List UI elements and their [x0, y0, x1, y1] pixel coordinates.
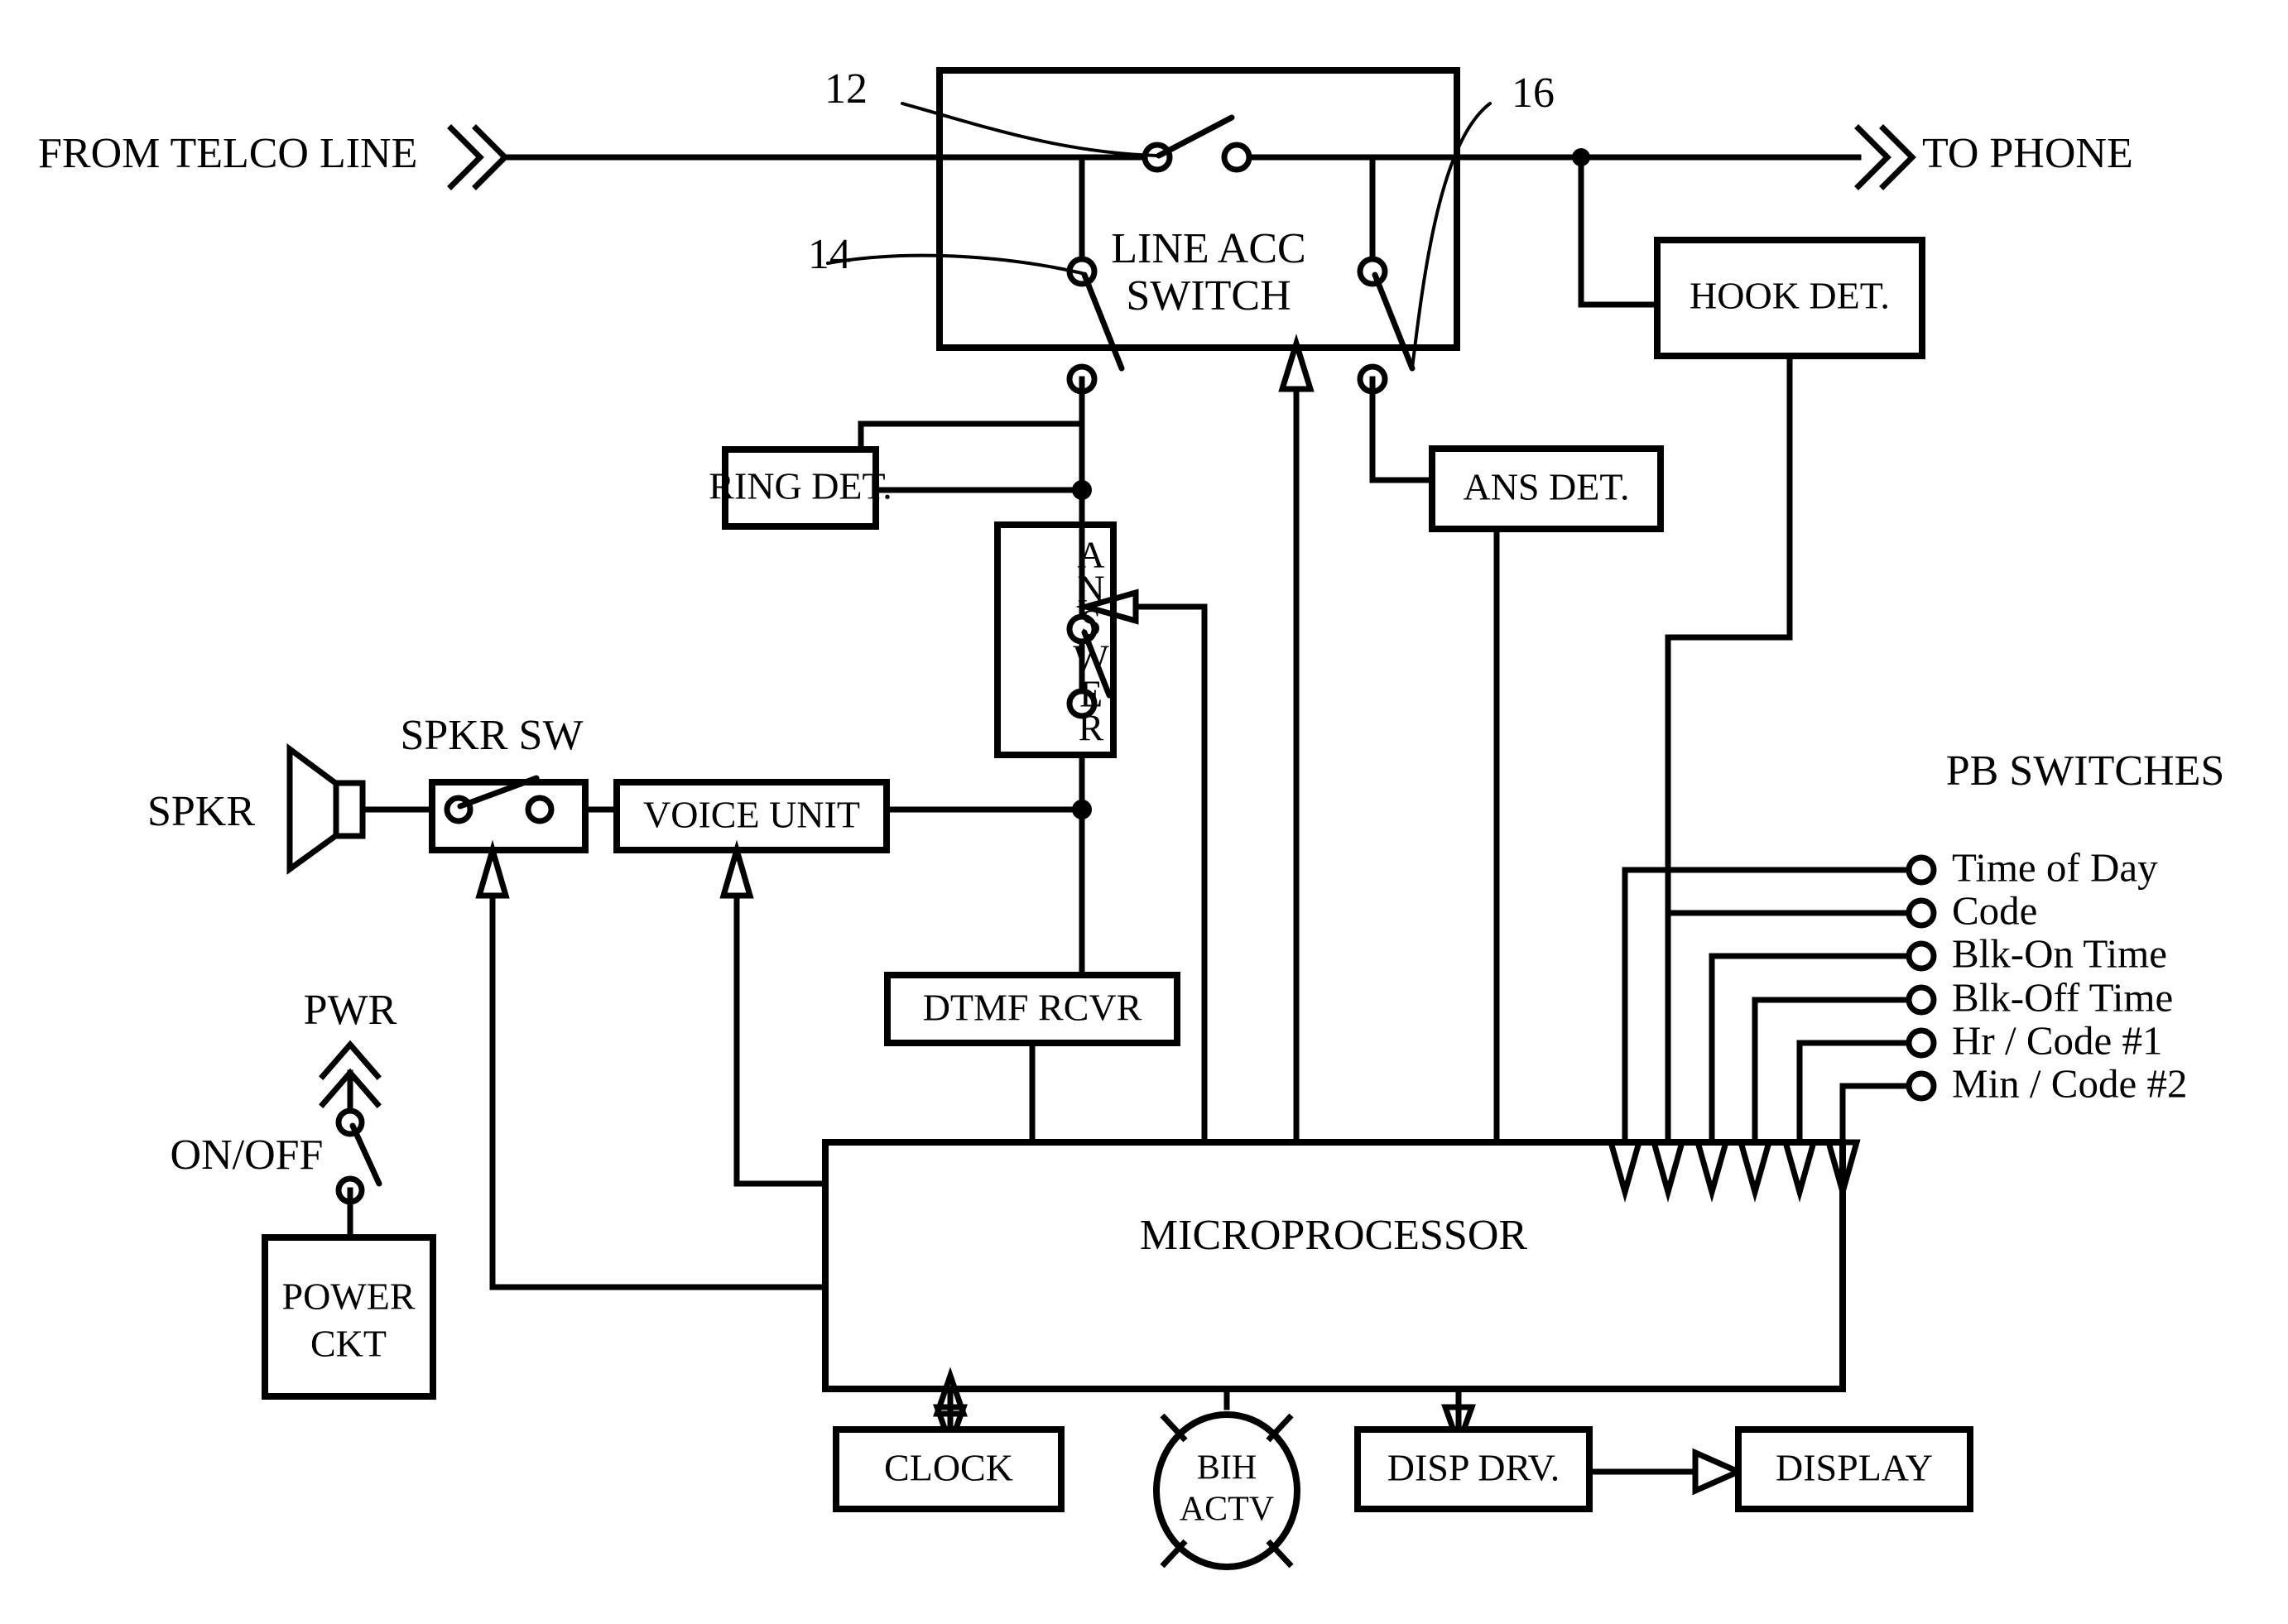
- pb-switch-terminal-code[interactable]: [1906, 897, 1937, 929]
- display-label: DISPLAY: [1776, 1447, 1933, 1489]
- pb-switch-terminal-blk-off-time[interactable]: [1906, 984, 1937, 1016]
- numeral-12-label: 12: [824, 65, 868, 113]
- numeral-14-label: 14: [808, 231, 851, 278]
- microprocessor-box: [822, 1139, 1846, 1392]
- series-switch-terminal-right[interactable]: [1221, 142, 1252, 173]
- speaker-magnet: [333, 780, 366, 839]
- to-phone-chevron-a: [1854, 124, 1891, 190]
- dtmf-rcvr-label: DTMF RCVR: [923, 987, 1142, 1029]
- line-acc-control-group: [1278, 334, 1315, 1167]
- voice-unit-junction-dot: [1072, 800, 1092, 819]
- ring-det-input-wire: [858, 420, 1085, 453]
- line-acc-switch-label-line1: LINE ACC: [1111, 225, 1305, 272]
- on-off-blade[interactable]: [349, 1122, 382, 1187]
- speaker-group: SPKR: [147, 743, 435, 875]
- bih-actv-block: BIH ACTV: [1153, 1386, 1300, 1570]
- pb-switch-label-min-code-2: Min / Code #2: [1952, 1060, 2187, 1106]
- microprocessor-block: MICROPROCESSOR: [822, 1139, 1846, 1392]
- pb-wire-hr-code-1: [1796, 1040, 1925, 1146]
- power-group: PWR ON/OFF POWER CKT: [171, 987, 436, 1400]
- spkr-label: SPKR: [147, 788, 255, 835]
- patent-figure-canvas: LINE ACC SWITCH 12 14 16 FROM TELCO LINE…: [0, 0, 2288, 1624]
- ring-det-block: RING DET.: [709, 420, 1092, 530]
- spkr-switch-control-arrowhead: [475, 839, 510, 899]
- voice-unit-control-wire: [733, 892, 829, 1187]
- display-block: DISPLAY: [1735, 1426, 1973, 1512]
- bih-actv-label-line1: BIH: [1197, 1449, 1257, 1487]
- ring-det-label: RING DET.: [709, 465, 892, 507]
- spkr-switch-terminal-right[interactable]: [525, 795, 555, 824]
- on-off-label: ON/OFF: [171, 1132, 324, 1179]
- pb-switch-label-hr-code-1: Hr / Code #1: [1952, 1017, 2163, 1063]
- block-diagram-svg: LINE ACC SWITCH 12 14 16 FROM TELCO LINE…: [38, 65, 2225, 1570]
- answer-switch-block: A N S W E R: [994, 521, 1208, 1146]
- pb-switch-label-blk-off-time: Blk-Off Time: [1952, 974, 2173, 1020]
- hook-det-label: HOOK DET.: [1690, 275, 1890, 317]
- pb-switch-terminal-time-of-day[interactable]: [1906, 854, 1937, 886]
- hook-det-block: HOOK DET.: [1578, 154, 1925, 1203]
- right-shunt-terminal-top[interactable]: [1357, 256, 1388, 287]
- answer-label-R: R: [1079, 707, 1104, 749]
- pb-switches-header: PB SWITCHES: [1946, 747, 2225, 795]
- disp-drv-block: DISP DRV.: [1354, 1386, 1746, 1512]
- speaker-cone: [286, 743, 341, 875]
- clock-label: CLOCK: [884, 1447, 1013, 1489]
- display-arrowhead: [1692, 1448, 1746, 1496]
- on-off-terminal-top[interactable]: [335, 1107, 365, 1137]
- power-ckt-label-line1: POWER: [282, 1276, 416, 1318]
- pb-switch-bus: [1607, 867, 1925, 1203]
- pb-switch-label-code: Code: [1952, 887, 2037, 933]
- spkr-sw-label: SPKR SW: [400, 712, 583, 759]
- pb-switch-terminal-hr-code-1[interactable]: [1906, 1027, 1937, 1059]
- pb-wire-code: [1665, 910, 1925, 1146]
- hook-det-to-micro-wire: [1665, 353, 1793, 1146]
- from-telco-line-label: FROM TELCO LINE: [38, 130, 417, 177]
- pb-switch-label-group: Time of DayCodeBlk-On TimeBlk-Off TimeHr…: [1952, 844, 2187, 1106]
- pb-wire-blk-on-time: [1709, 953, 1925, 1146]
- answer-control-wire: [1132, 603, 1208, 1146]
- pb-switch-terminal-group: [1906, 854, 1937, 1102]
- voice-unit-control-arrowhead: [719, 839, 754, 899]
- line-acc-switch-label-line2: SWITCH: [1126, 272, 1291, 320]
- bih-actv-label-line2: ACTV: [1180, 1491, 1274, 1529]
- disp-drv-label: DISP DRV.: [1387, 1447, 1560, 1489]
- pb-wire-blk-off-time: [1752, 997, 1925, 1146]
- to-phone-label: TO PHONE: [1922, 130, 2133, 177]
- power-ckt-label-line2: CKT: [310, 1323, 387, 1365]
- voice-unit-label: VOICE UNIT: [643, 794, 860, 836]
- ring-det-junction-dot: [1072, 480, 1092, 500]
- clock-block: CLOCK: [833, 1367, 1065, 1512]
- pwr-label: PWR: [304, 987, 397, 1034]
- microprocessor-label: MICROPROCESSOR: [1140, 1212, 1527, 1259]
- from-telco-chevron-a: [447, 124, 484, 190]
- numeral-16-label: 16: [1512, 70, 1555, 117]
- hook-det-input-wire: [1578, 154, 1661, 308]
- pb-switch-label-blk-on-time: Blk-On Time: [1952, 930, 2167, 976]
- pb-switch-label-time-of-day: Time of Day: [1952, 844, 2158, 890]
- pb-switch-terminal-min-code-2[interactable]: [1906, 1070, 1937, 1102]
- spkr-switch-control-wire: [489, 892, 829, 1290]
- pb-switch-terminal-blk-on-time[interactable]: [1906, 940, 1937, 972]
- ans-det-label: ANS DET.: [1463, 466, 1629, 508]
